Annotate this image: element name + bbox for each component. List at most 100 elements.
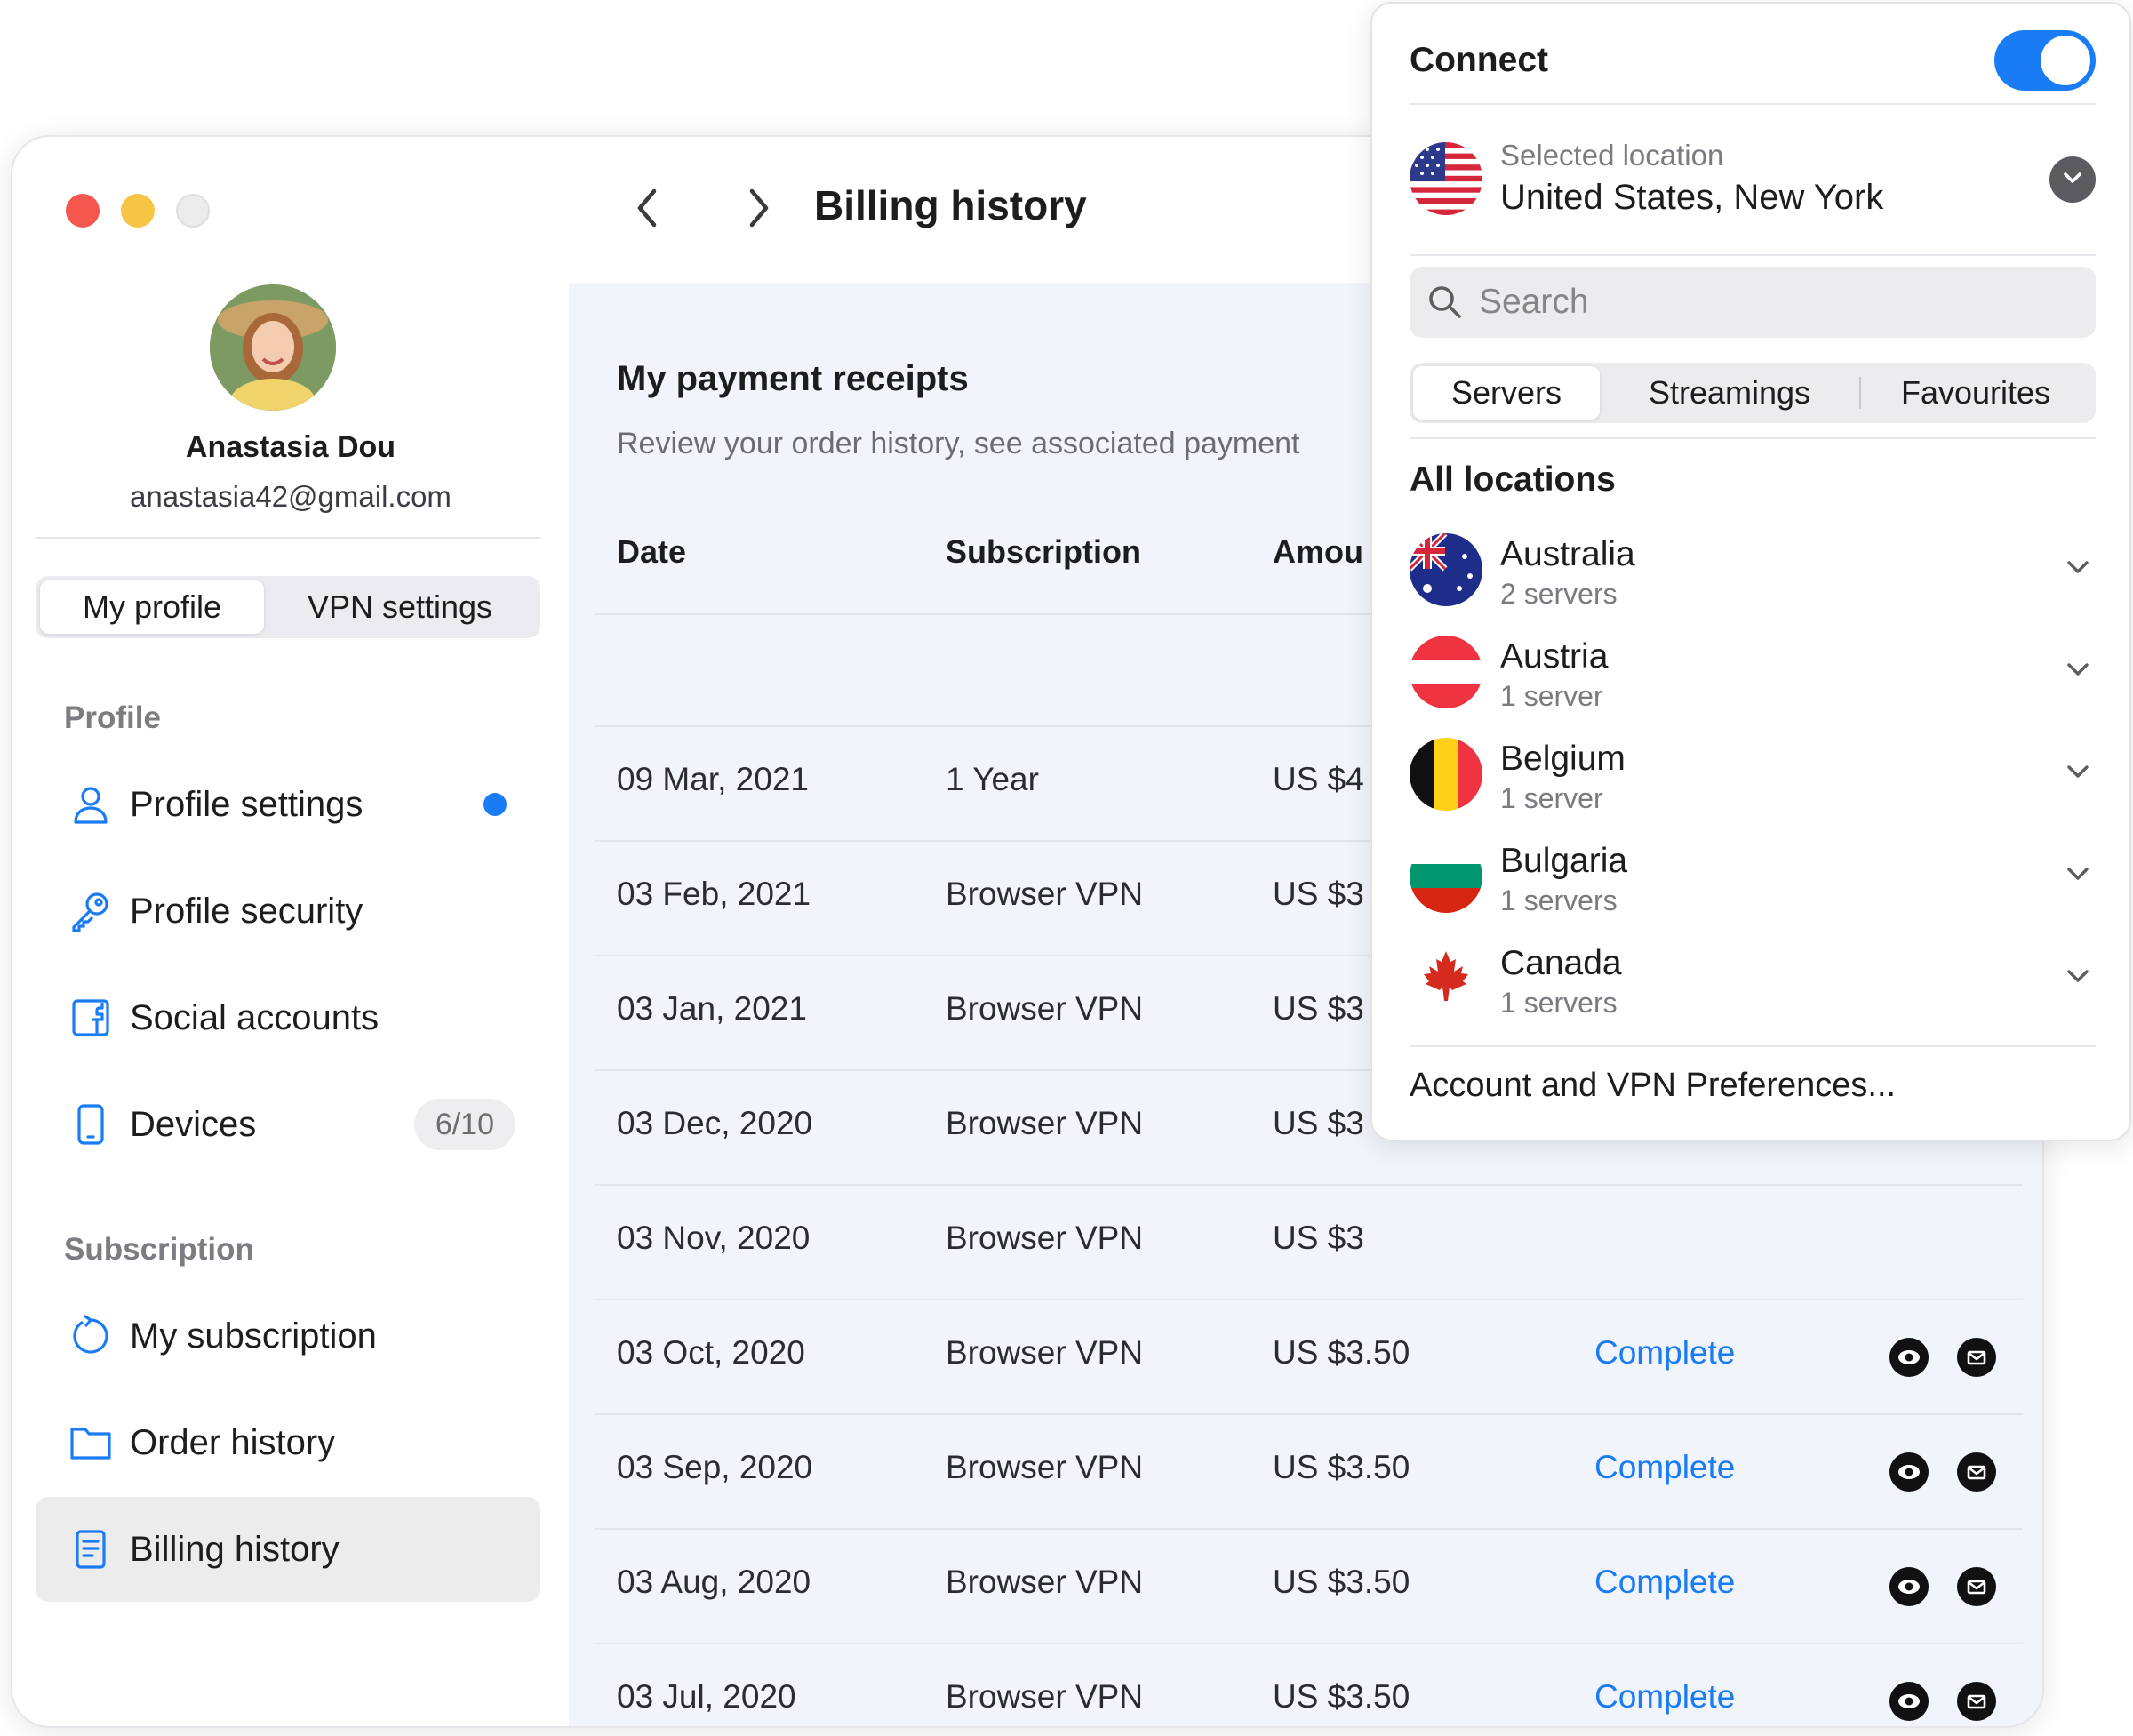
email-receipt-mail-icon[interactable] <box>1957 1567 1996 1606</box>
notification-dot <box>483 793 507 816</box>
tab-servers[interactable]: Servers <box>1413 366 1600 420</box>
sidebar-item-billing-history[interactable]: Billing history <box>36 1497 540 1602</box>
all-locations-heading: All locations <box>1410 460 1616 499</box>
section-title: My payment receipts <box>617 359 969 398</box>
cell-date: 09 Mar, 2021 <box>617 761 809 797</box>
cell-subscription: Browser VPN <box>946 1678 1144 1715</box>
location-name: Belgium <box>1500 740 1626 778</box>
table-row: 03 Jul, 2020 Browser VPN US $3.50 Complete <box>595 1644 2023 1726</box>
avatar[interactable] <box>210 284 336 411</box>
cell-date: 03 Oct, 2020 <box>617 1334 805 1371</box>
column-header-amount: Amou <box>1273 533 1363 570</box>
cell-amount: US $3.50 <box>1273 1678 1410 1715</box>
location-item-canada[interactable]: Canada 1 servers <box>1410 942 2096 1040</box>
chevron-down-icon[interactable] <box>2060 958 2096 994</box>
tab-my-profile[interactable]: My profile <box>40 580 264 634</box>
divider <box>1410 254 2096 256</box>
section-subtitle: Review your order history, see associate… <box>617 427 1300 460</box>
location-name: Bulgaria <box>1500 842 1628 880</box>
austria-flag-icon <box>1410 636 1482 708</box>
sidebar-tabs: My profile VPN settings <box>36 576 540 638</box>
cell-subscription: Browser VPN <box>946 1220 1144 1256</box>
cell-status[interactable]: Complete <box>1594 1334 1735 1372</box>
location-item-bulgaria[interactable]: Bulgaria 1 servers <box>1410 840 2096 938</box>
cell-amount: US $3.50 <box>1273 1564 1410 1600</box>
sidebar-item-profile-settings[interactable]: Profile settings <box>36 752 540 857</box>
account-preferences-link[interactable]: Account and VPN Preferences... <box>1410 1067 1896 1105</box>
cell-status[interactable]: Complete <box>1594 1449 1735 1486</box>
location-item-austria[interactable]: Austria 1 server <box>1410 636 2096 733</box>
cell-date: 03 Jul, 2020 <box>617 1678 796 1715</box>
email-receipt-mail-icon[interactable] <box>1957 1338 1996 1377</box>
cell-status[interactable]: Complete <box>1594 1564 1735 1601</box>
folder-icon <box>68 1420 114 1466</box>
cell-subscription: Browser VPN <box>946 1564 1144 1600</box>
search-box <box>1410 267 2096 338</box>
chevron-right-icon <box>739 186 775 235</box>
chevron-left-icon <box>631 186 667 235</box>
cell-date: 03 Jan, 2021 <box>617 990 807 1027</box>
belgium-flag-icon <box>1410 738 1482 811</box>
sidebar-item-label: Profile security <box>130 891 363 931</box>
user-icon <box>68 781 114 828</box>
sidebar-item-my-subscription[interactable]: My subscription <box>36 1284 540 1388</box>
divider <box>36 537 540 539</box>
table-row: 03 Nov, 2020 Browser VPN US $3 <box>595 1186 2023 1300</box>
forward-button[interactable] <box>731 183 784 236</box>
cell-subscription: Browser VPN <box>946 1105 1144 1141</box>
column-header-subscription: Subscription <box>946 533 1142 570</box>
server-tabs: Servers Streamings Favourites <box>1410 363 2096 423</box>
tab-favourites[interactable]: Favourites <box>1861 366 2090 420</box>
sidebar-item-social-accounts[interactable]: Social accounts <box>36 965 540 1070</box>
cell-subscription: Browser VPN <box>946 990 1144 1027</box>
australia-flag-icon <box>1410 533 1482 606</box>
search-icon <box>1426 283 1465 322</box>
sidebar-item-label: Order history <box>130 1422 336 1462</box>
chevron-down-icon[interactable] <box>2060 549 2096 585</box>
cell-status[interactable]: Complete <box>1594 1678 1735 1716</box>
user-email: anastasia42@gmail.com <box>130 480 451 513</box>
divider <box>1410 103 2096 105</box>
chevron-down-icon[interactable] <box>2060 856 2096 892</box>
document-icon <box>68 1526 114 1572</box>
chevron-down-icon <box>2059 164 2086 196</box>
chevron-down-icon[interactable] <box>2060 754 2096 789</box>
cell-subscription: Browser VPN <box>946 876 1144 912</box>
sidebar-item-label: My subscription <box>130 1316 377 1356</box>
view-receipt-eye-icon[interactable] <box>1889 1682 1929 1721</box>
back-button[interactable] <box>622 183 675 236</box>
location-dropdown-button[interactable] <box>2049 156 2096 203</box>
cell-amount: US $4 <box>1273 761 1364 797</box>
cell-date: 03 Aug, 2020 <box>617 1564 811 1600</box>
table-row: 03 Aug, 2020 Browser VPN US $3.50 Complete <box>595 1530 2023 1644</box>
divider <box>1410 1045 2096 1047</box>
devices-count-badge: 6/10 <box>413 1099 515 1150</box>
section-label-subscription: Subscription <box>64 1232 254 1267</box>
table-row: 03 Oct, 2020 Browser VPN US $3.50 Complete <box>595 1300 2023 1415</box>
view-receipt-eye-icon[interactable] <box>1889 1452 1929 1492</box>
sidebar-item-order-history[interactable]: Order history <box>36 1390 540 1495</box>
cell-subscription: 1 Year <box>946 761 1039 797</box>
location-name: Australia <box>1500 535 1635 573</box>
location-item-australia[interactable]: Australia 2 servers <box>1410 533 2096 631</box>
connect-toggle[interactable] <box>1994 30 2096 91</box>
sidebar: Anastasia Dou anastasia42@gmail.com My p… <box>12 137 569 1726</box>
email-receipt-mail-icon[interactable] <box>1957 1682 1996 1721</box>
email-receipt-mail-icon[interactable] <box>1957 1452 1996 1492</box>
cell-date: 03 Feb, 2021 <box>617 876 811 912</box>
chevron-down-icon[interactable] <box>2060 652 2096 687</box>
tab-vpn-settings[interactable]: VPN settings <box>264 580 536 634</box>
sidebar-item-devices[interactable]: Devices 6/10 <box>36 1072 540 1177</box>
sidebar-item-profile-security[interactable]: Profile security <box>36 859 540 964</box>
vpn-popover: Connect Selected location United States,… <box>1370 2 2131 1141</box>
search-input[interactable] <box>1479 267 2065 338</box>
facebook-icon <box>68 995 114 1041</box>
cell-amount: US $3.50 <box>1273 1449 1410 1485</box>
view-receipt-eye-icon[interactable] <box>1889 1567 1929 1606</box>
canada-flag-icon <box>1410 942 1482 1015</box>
location-item-belgium[interactable]: Belgium 1 server <box>1410 738 2096 836</box>
cell-amount: US $3 <box>1273 1220 1364 1256</box>
view-receipt-eye-icon[interactable] <box>1889 1338 1929 1377</box>
sidebar-item-label: Social accounts <box>130 997 379 1037</box>
tab-streamings[interactable]: Streamings <box>1600 366 1859 420</box>
